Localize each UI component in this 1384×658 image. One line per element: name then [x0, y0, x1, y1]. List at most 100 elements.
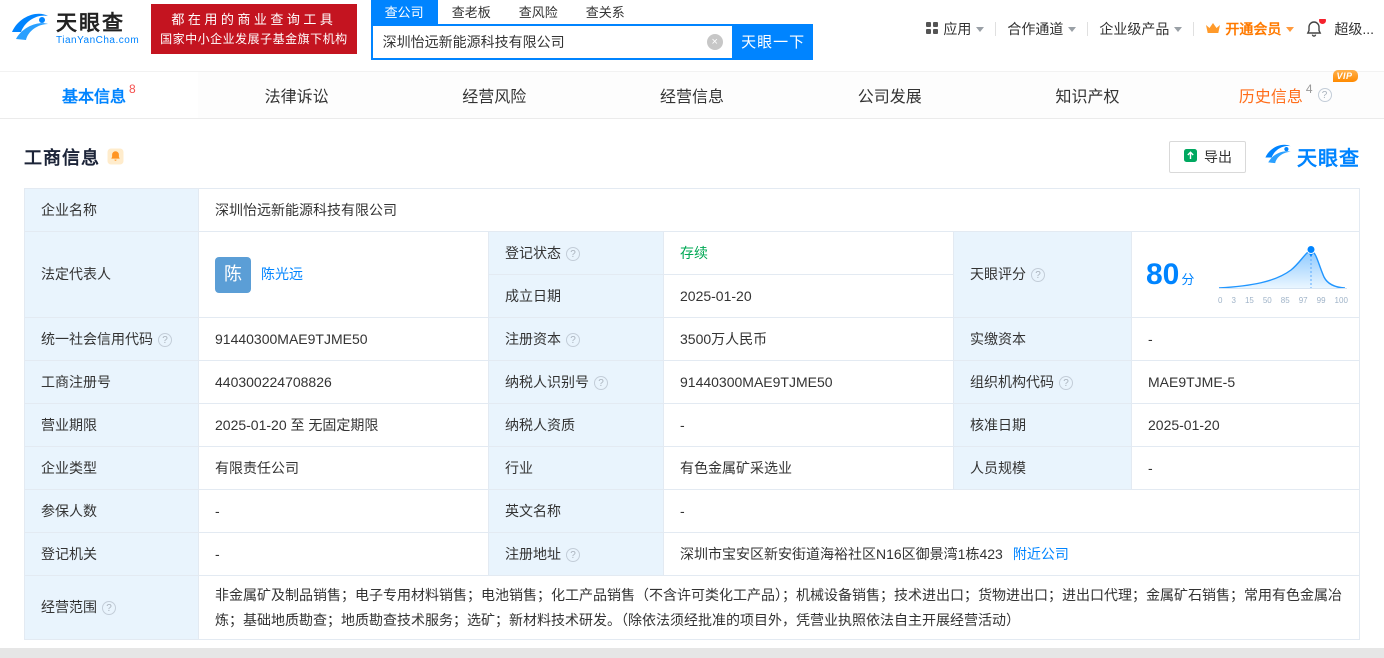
logo-domain-text: TianYanCha.com: [56, 35, 140, 47]
tianyancha-company-page: 天眼查 TianYanCha.com 都在用的商业查询工具 国家中小企业发展子基…: [0, 0, 1384, 648]
field-label: 参保人数: [41, 502, 97, 519]
search-area: 查公司 查老板 查风险 查关系 天眼一下: [370, 0, 813, 60]
help-icon[interactable]: [102, 601, 116, 615]
section-title: 工商信息: [24, 147, 100, 168]
nearby-companies-link[interactable]: 附近公司: [1013, 546, 1069, 562]
staff-size-label-cell: 人员规模: [953, 446, 1132, 490]
field-label: 企业名称: [41, 201, 97, 218]
reg-no-label-cell: 工商注册号: [24, 360, 199, 404]
business-scope-label-cell: 经营范围: [24, 575, 199, 640]
search-box: [370, 23, 734, 60]
legal-rep-value-cell: 陈 陈光远: [198, 231, 489, 318]
menu-apps[interactable]: 应用: [925, 19, 985, 39]
address-label-cell: 注册地址: [488, 532, 664, 576]
legal-rep-link[interactable]: 陈光远: [261, 264, 303, 285]
menu-divider: [1087, 22, 1089, 36]
score-value-cell: 80 分 0 3 15 50 85 97 99 100: [1131, 231, 1360, 318]
help-icon[interactable]: [1031, 268, 1045, 282]
search-tab-boss[interactable]: 查老板: [438, 0, 505, 24]
export-icon: [1183, 148, 1198, 166]
field-value: 深圳市宝安区新安街道海裕社区N16区御景湾1栋423: [680, 545, 1003, 562]
help-icon[interactable]: [1317, 88, 1332, 102]
company-name-value-cell: 深圳怡远新能源科技有限公司: [198, 188, 1360, 232]
field-value: -: [1148, 330, 1153, 347]
field-label: 营业期限: [41, 416, 97, 433]
search-input[interactable]: [372, 25, 732, 58]
field-value: 440300224708826: [215, 373, 332, 390]
export-button[interactable]: 导出: [1169, 140, 1246, 173]
menu-open-vip[interactable]: 开通会员: [1205, 19, 1295, 39]
field-value: 2025-01-20: [1148, 416, 1220, 433]
search-tab-relation[interactable]: 查关系: [572, 0, 639, 24]
field-value: 2025-01-20 至 无固定期限: [215, 416, 379, 433]
score-value: 80 分: [1146, 257, 1195, 291]
menu-divider: [1193, 22, 1195, 36]
tab-intellectual-property[interactable]: 知识产权: [989, 72, 1187, 118]
insured-count-value-cell: -: [198, 489, 489, 533]
tab-operating-info[interactable]: 经营信息: [593, 72, 791, 118]
industry-value-cell: 有色金属矿采选业: [663, 446, 954, 490]
established-label-cell: 成立日期: [488, 274, 664, 318]
menu-super[interactable]: 超级...: [1334, 19, 1374, 39]
help-icon[interactable]: [158, 332, 172, 347]
company-nav-tabs: 基本信息 8 法律诉讼 经营风险 经营信息 公司发展 知识产权 历史信息 4 V…: [0, 70, 1384, 119]
legal-rep-label-cell: 法定代表人: [24, 231, 199, 318]
staff-size-value-cell: -: [1131, 446, 1360, 490]
tab-count-badge: 4: [1305, 82, 1313, 96]
field-label: 组织机构代码: [970, 373, 1054, 390]
help-icon[interactable]: [1059, 375, 1073, 390]
field-value: -: [215, 502, 220, 519]
tianyancha-watermark-logo: 天眼查: [1264, 140, 1360, 173]
address-value-cell: 深圳市宝安区新安街道海裕社区N16区御景湾1栋423 附近公司: [663, 532, 1360, 576]
tab-basic-info[interactable]: 基本信息 8: [0, 72, 198, 118]
table-row: 企业名称 深圳怡远新能源科技有限公司: [24, 188, 1360, 232]
field-value: -: [680, 502, 685, 519]
tab-company-development[interactable]: 公司发展: [791, 72, 989, 118]
table-row: 企业类型 有限责任公司 行业 有色金属矿采选业 人员规模 -: [24, 446, 1360, 490]
field-value: 有限责任公司: [215, 459, 299, 476]
tab-operating-risk[interactable]: 经营风险: [395, 72, 593, 118]
help-icon[interactable]: [566, 246, 580, 261]
tax-id-label-cell: 纳税人识别号: [488, 360, 664, 404]
company-type-label-cell: 企业类型: [24, 446, 199, 490]
approval-date-label-cell: 核准日期: [953, 403, 1132, 447]
subscribe-bell-icon[interactable]: [107, 148, 124, 165]
clear-icon[interactable]: [706, 33, 723, 50]
field-value: 非金属矿及制品销售；电子专用材料销售；电池销售；化工产品销售（不含许可类化工产品…: [215, 587, 1342, 628]
menu-divider: [995, 22, 997, 36]
field-label: 人员规模: [970, 459, 1026, 476]
search-button[interactable]: 天眼一下: [733, 23, 813, 60]
menu-partner-channel[interactable]: 合作通道: [1007, 19, 1077, 39]
score-label-cell: 天眼评分: [953, 231, 1132, 318]
score-chart-axis: 0 3 15 50 85 97 99 100: [1218, 296, 1348, 305]
help-icon[interactable]: [566, 547, 580, 562]
business-info-table: 企业名称 深圳怡远新能源科技有限公司 法定代表人 陈 陈光远 登记状态 存续 天…: [24, 188, 1360, 640]
tab-legal-proceedings[interactable]: 法律诉讼: [198, 72, 396, 118]
search-tab-risk[interactable]: 查风险: [505, 0, 572, 24]
tianyancha-logo[interactable]: 天眼查 TianYanCha.com: [10, 7, 139, 52]
field-label: 企业类型: [41, 459, 97, 476]
term-value-cell: 2025-01-20 至 无固定期限: [198, 403, 489, 447]
field-label: 登记状态: [505, 244, 561, 261]
legal-rep-avatar[interactable]: 陈: [215, 256, 251, 293]
tab-history-info[interactable]: 历史信息 4 VIP: [1186, 70, 1384, 118]
table-row: 统一社会信用代码 91440300MAE9TJME50 注册资本 3500万人民…: [24, 317, 1360, 361]
score-distribution-chart: 0 3 15 50 85 97 99 100: [1217, 244, 1349, 305]
tianyancha-logo-icon: [1264, 140, 1292, 173]
crown-icon: [1205, 21, 1221, 37]
paid-capital-value-cell: -: [1131, 317, 1360, 361]
field-label: 统一社会信用代码: [41, 330, 153, 347]
chevron-down-icon: [1286, 26, 1295, 32]
menu-enterprise-products[interactable]: 企业级产品: [1099, 19, 1183, 39]
search-tab-company[interactable]: 查公司: [370, 0, 438, 24]
reg-authority-value-cell: -: [198, 532, 489, 576]
notification-bell-icon[interactable]: [1305, 19, 1327, 38]
help-icon[interactable]: [594, 375, 608, 390]
field-label: 工商注册号: [41, 373, 111, 390]
search-tabs: 查公司 查老板 查风险 查关系: [370, 0, 813, 24]
field-value: 有色金属矿采选业: [680, 459, 792, 476]
help-icon[interactable]: [566, 332, 580, 347]
credit-code-value-cell: 91440300MAE9TJME50: [198, 317, 489, 361]
top-header: 天眼查 TianYanCha.com 都在用的商业查询工具 国家中小企业发展子基…: [0, 0, 1384, 60]
table-row: 登记机关 - 注册地址 深圳市宝安区新安街道海裕社区N16区御景湾1栋423 附近…: [24, 532, 1360, 576]
